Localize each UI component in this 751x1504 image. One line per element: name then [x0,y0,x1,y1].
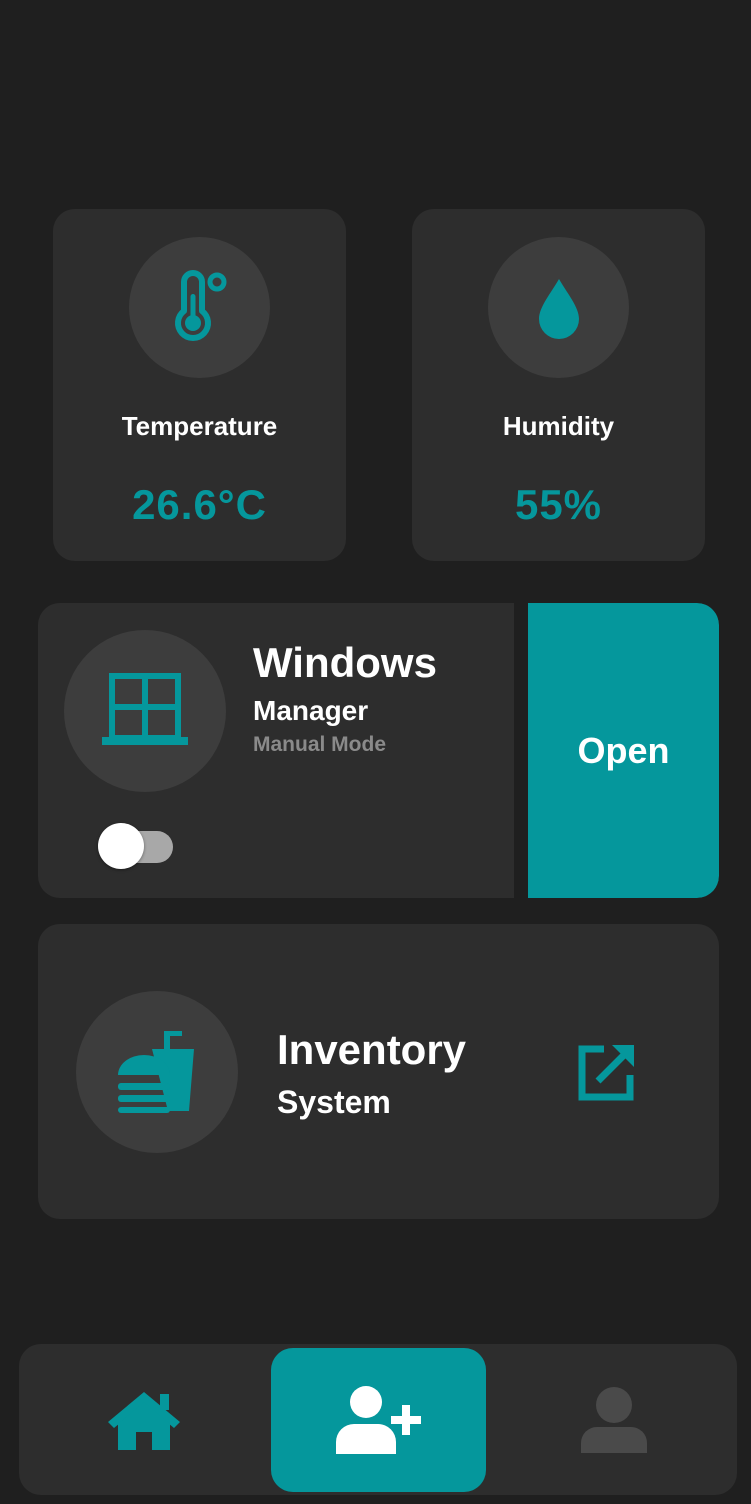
inventory-subtitle: System [277,1084,391,1120]
humidity-card: Humidity 55% [412,209,705,561]
water-drop-icon [538,278,579,339]
toggle-knob [98,823,144,869]
bottom-navigation [19,1344,737,1495]
inventory-title: Inventory [277,1026,467,1073]
temperature-icon-circle [129,237,270,378]
auto-mode-toggle[interactable] [98,823,173,869]
humidity-icon-circle [488,237,629,378]
windows-manager-card: Windows Manager Manual Mode Open [38,603,719,898]
user-icon [581,1386,647,1453]
humidity-value: 55% [514,481,603,528]
nav-profile-button[interactable] [529,1344,699,1495]
windows-subtitle: Manager [253,695,369,726]
humidity-label: Humidity [502,411,615,441]
fast-food-icon [118,1031,194,1113]
temperature-value: 26.6°C [132,481,267,528]
windows-mode-label: Manual Mode [253,733,387,756]
window-icon [102,673,188,745]
external-link-icon[interactable] [576,1039,640,1103]
home-icon [108,1391,180,1450]
temperature-card: Temperature 26.6°C [53,209,346,561]
card-divider [514,603,528,898]
inventory-icon-circle [76,991,238,1153]
windows-title: Windows [253,639,437,686]
nav-add-user-button[interactable] [271,1348,486,1492]
temperature-label: Temperature [121,411,278,441]
add-user-icon [335,1386,421,1454]
inventory-system-card[interactable]: Inventory System [38,924,719,1219]
thermometer-icon [174,269,226,341]
nav-home-button[interactable] [59,1344,229,1495]
open-windows-button[interactable]: Open [528,603,719,898]
window-icon-circle [64,630,226,792]
